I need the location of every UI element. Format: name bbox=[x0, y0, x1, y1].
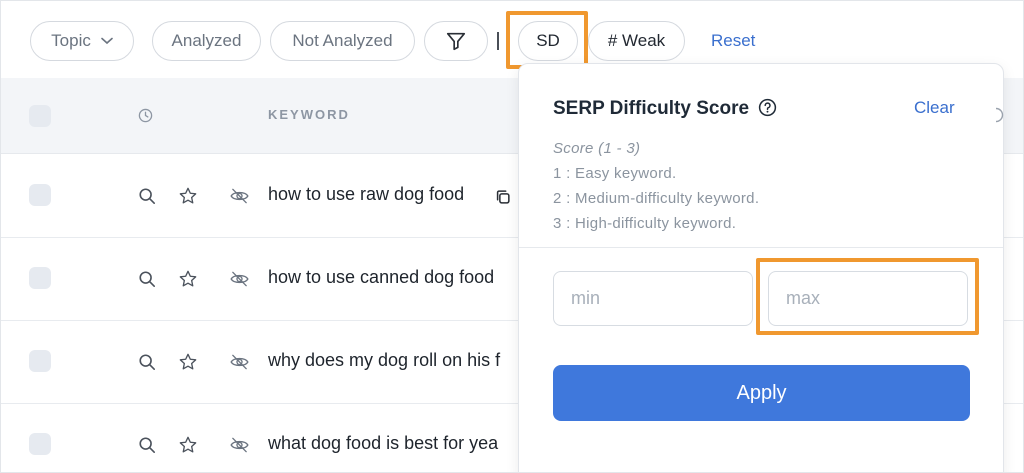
popover-title-row: SERP Difficulty Score bbox=[553, 98, 777, 120]
row-checkbox[interactable] bbox=[29, 184, 51, 206]
not-analyzed-filter-button[interactable]: Not Analyzed bbox=[270, 21, 415, 61]
keyword-column-header[interactable]: KEYWORD bbox=[268, 107, 350, 122]
keyword-text[interactable]: how to use canned dog food bbox=[268, 267, 494, 288]
sd-highlight-box bbox=[506, 11, 588, 69]
keyword-research-panel: Topic Analyzed Not Analyzed SD # Weak Re… bbox=[0, 0, 1024, 473]
eye-off-icon[interactable] bbox=[229, 435, 250, 455]
help-icon[interactable] bbox=[758, 98, 777, 117]
filter-button[interactable] bbox=[424, 21, 488, 61]
popover-divider bbox=[519, 247, 1003, 248]
info-icon bbox=[996, 107, 1004, 123]
max-highlight-box bbox=[756, 258, 979, 335]
row-checkbox[interactable] bbox=[29, 433, 51, 455]
level-medium-text: 2 : Medium-difficulty keyword. bbox=[553, 190, 760, 207]
keyword-text[interactable]: why does my dog roll on his f bbox=[268, 350, 500, 371]
popover-title: SERP Difficulty Score bbox=[553, 98, 750, 119]
weak-filter-button[interactable]: # Weak bbox=[588, 21, 685, 61]
search-icon[interactable] bbox=[138, 353, 156, 371]
keyword-text[interactable]: what dog food is best for yea bbox=[268, 433, 498, 454]
min-input[interactable] bbox=[553, 271, 753, 326]
topic-label: Topic bbox=[51, 31, 91, 50]
score-range-text: Score (1 - 3) bbox=[553, 140, 641, 157]
row-checkbox[interactable] bbox=[29, 267, 51, 289]
eye-off-icon[interactable] bbox=[229, 269, 250, 289]
analyzed-label: Analyzed bbox=[171, 31, 242, 50]
search-icon[interactable] bbox=[138, 187, 156, 205]
search-icon[interactable] bbox=[138, 270, 156, 288]
star-icon[interactable] bbox=[178, 186, 198, 206]
eye-off-icon[interactable] bbox=[229, 186, 250, 206]
row-checkbox[interactable] bbox=[29, 350, 51, 372]
apply-button[interactable]: Apply bbox=[553, 365, 970, 421]
analyzed-filter-button[interactable]: Analyzed bbox=[152, 21, 261, 61]
chevron-down-icon bbox=[101, 37, 113, 45]
select-all-checkbox[interactable] bbox=[29, 105, 51, 127]
level-high-text: 3 : High-difficulty keyword. bbox=[553, 215, 737, 232]
copy-icon[interactable] bbox=[494, 188, 512, 206]
keyword-text[interactable]: how to use raw dog food bbox=[268, 184, 464, 205]
star-icon[interactable] bbox=[178, 435, 198, 455]
filter-icon bbox=[446, 32, 466, 51]
weak-label: # Weak bbox=[607, 31, 666, 50]
topic-dropdown[interactable]: Topic bbox=[30, 21, 134, 61]
toolbar-separator bbox=[497, 32, 499, 50]
clear-link[interactable]: Clear bbox=[914, 98, 955, 118]
star-icon[interactable] bbox=[178, 352, 198, 372]
search-icon[interactable] bbox=[138, 436, 156, 454]
clock-icon bbox=[138, 108, 153, 123]
reset-link[interactable]: Reset bbox=[711, 31, 755, 51]
star-icon[interactable] bbox=[178, 269, 198, 289]
eye-off-icon[interactable] bbox=[229, 352, 250, 372]
level-easy-text: 1 : Easy keyword. bbox=[553, 165, 677, 182]
not-analyzed-label: Not Analyzed bbox=[292, 31, 393, 50]
